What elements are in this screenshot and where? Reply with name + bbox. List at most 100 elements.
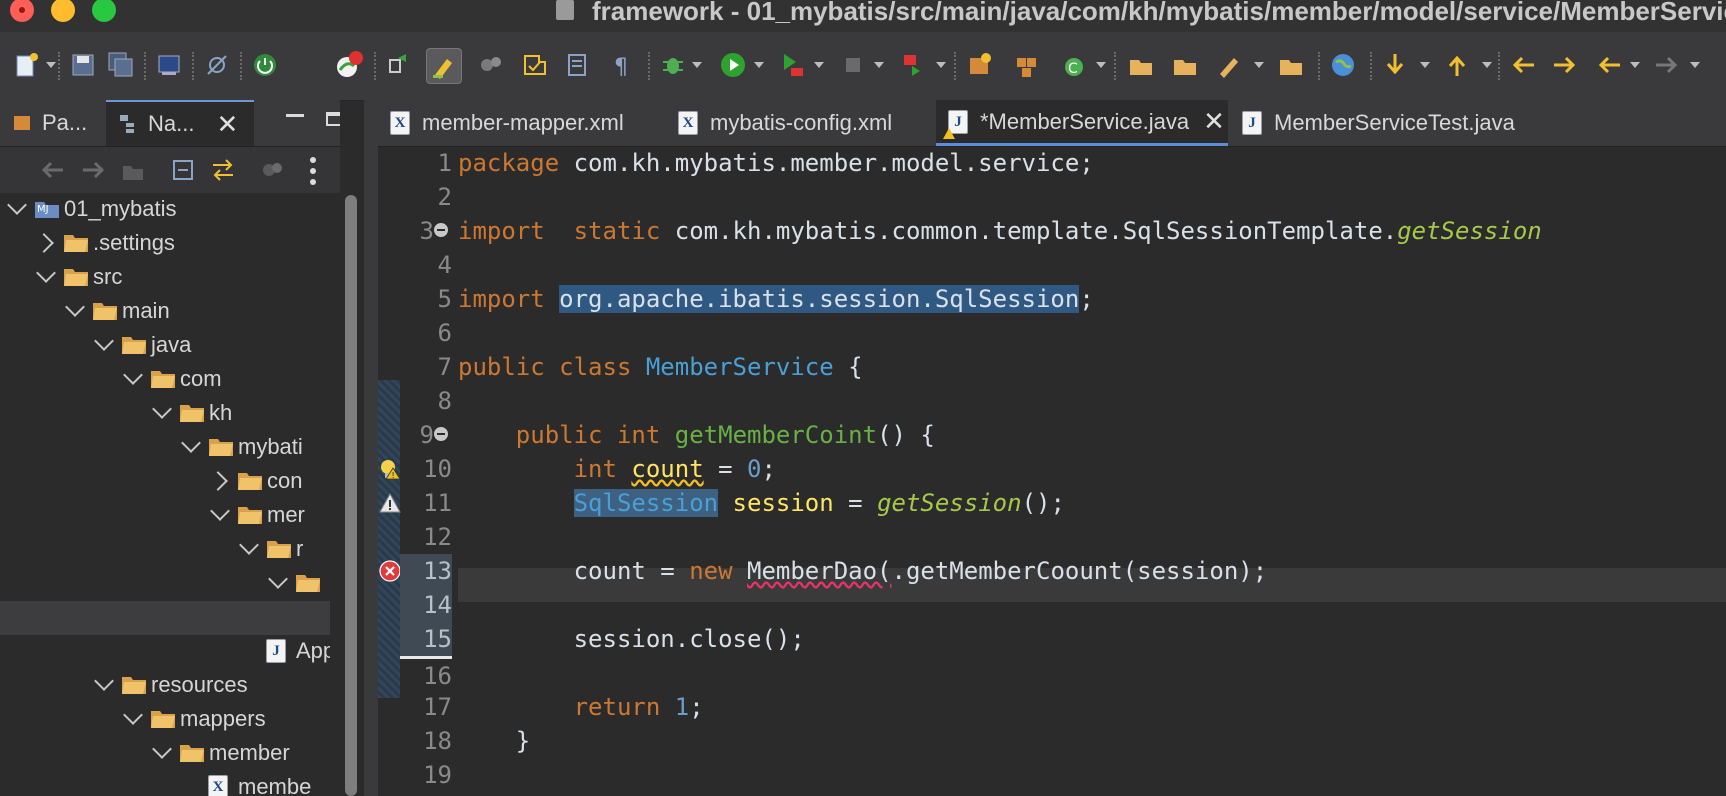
open-folder-button[interactable] [1124, 48, 1158, 82]
notifications-button[interactable] [332, 48, 366, 82]
code-line-10[interactable]: ! 10 int count = 0; [378, 452, 1726, 486]
close-window-button[interactable] [10, 0, 34, 22]
close-icon[interactable]: ✕ [1203, 106, 1225, 137]
tree-row[interactable]: r [0, 533, 330, 567]
forward-edit-button[interactable] [1548, 48, 1582, 82]
scrollbar-thumb[interactable] [345, 195, 357, 796]
lightbulb-warning-icon[interactable]: ! [379, 458, 401, 480]
tree-row[interactable]: con [0, 465, 330, 499]
up-button[interactable] [118, 155, 148, 185]
last-edit-location-button[interactable] [1506, 48, 1540, 82]
code-line-8[interactable]: 8 [378, 384, 1726, 418]
task-button[interactable] [518, 48, 552, 82]
mark-occurrences-toggle[interactable] [426, 48, 462, 84]
code-line-19[interactable]: 19 [378, 758, 1726, 792]
web-browser-button[interactable] [1326, 48, 1360, 82]
fold-toggle-icon[interactable] [434, 223, 448, 237]
filters-button[interactable] [258, 155, 288, 185]
new-package-button[interactable] [1010, 48, 1044, 82]
chevron-down-icon[interactable] [7, 195, 27, 215]
code-line-6[interactable]: 6 [378, 316, 1726, 350]
tree-row-selected[interactable] [0, 601, 330, 635]
debug-server-button[interactable] [474, 48, 508, 82]
back-button[interactable] [38, 155, 68, 185]
code-line-5[interactable]: 5 import org.apache.ibatis.session.SqlSe… [378, 282, 1726, 316]
tree-row[interactable]: java [0, 329, 330, 363]
skip-breakpoints-button[interactable] [200, 48, 234, 82]
tree-row[interactable]: .settings [0, 227, 330, 261]
tree-row[interactable]: mappers [0, 703, 330, 737]
tree-row[interactable]: mybati [0, 431, 330, 465]
tab-member-service[interactable]: J *MemberService.java ✕ [936, 100, 1228, 146]
tree-scrollbar[interactable] [342, 195, 360, 796]
tree-row[interactable]: member [0, 737, 330, 771]
minimize-window-button[interactable] [51, 0, 75, 22]
chevron-down-icon[interactable] [239, 535, 259, 555]
view-menu-button[interactable] [310, 157, 316, 185]
tree-row[interactable]: main [0, 295, 330, 329]
code-line-14[interactable]: 14 [378, 588, 1726, 622]
code-line-9[interactable]: 9 public int getMemberCoint() { [378, 418, 1726, 452]
link-with-editor-button[interactable] [208, 155, 238, 185]
tree-row[interactable]: MJ 01_mybatis [0, 193, 330, 227]
code-line-18[interactable]: 18 } [378, 724, 1726, 758]
close-icon[interactable]: ✕ [216, 109, 238, 140]
forward-dropdown-arrow[interactable] [1690, 62, 1700, 68]
external-tools-dropdown-arrow[interactable] [936, 62, 946, 68]
coverage-dropdown-arrow[interactable] [814, 62, 824, 68]
run-dropdown-arrow[interactable] [754, 62, 764, 68]
code-line-13[interactable]: 13 count = new MemberDao(.getMemberCooun… [378, 554, 1726, 588]
save-all-button[interactable] [104, 48, 138, 82]
tab-navigator[interactable]: Na... ✕ [106, 100, 254, 146]
edit-dropdown-arrow[interactable] [1254, 62, 1264, 68]
tree-row[interactable]: com [0, 363, 330, 397]
tab-member-service-test[interactable]: J MemberServiceTest.java [1230, 100, 1542, 146]
tree-row[interactable]: resources [0, 669, 330, 703]
debug-button[interactable] [656, 48, 690, 82]
edit-button[interactable] [1212, 48, 1246, 82]
code-line-4[interactable]: 4 [378, 248, 1726, 282]
fold-toggle-icon[interactable] [434, 427, 448, 441]
code-line-15[interactable]: 15 session.close(); [378, 622, 1726, 656]
external-tools-button[interactable] [896, 48, 930, 82]
code-line-17[interactable]: 17 return 1; [378, 690, 1726, 724]
open-resource-button[interactable] [560, 48, 594, 82]
error-icon[interactable] [379, 560, 401, 582]
open-file-button[interactable] [1274, 48, 1308, 82]
forward-button[interactable] [78, 155, 108, 185]
warning-icon[interactable] [379, 492, 401, 514]
show-whitespace-button[interactable]: ¶ [604, 48, 638, 82]
power-button[interactable] [248, 48, 282, 82]
next-annotation-dropdown[interactable] [1420, 62, 1430, 68]
chevron-down-icon[interactable] [94, 671, 114, 691]
forward-button[interactable] [1650, 48, 1684, 82]
maximize-panel-button[interactable] [326, 112, 340, 126]
chevron-down-icon[interactable] [268, 569, 288, 589]
debug-dropdown-arrow[interactable] [692, 62, 702, 68]
chevron-down-icon[interactable] [65, 297, 85, 317]
chevron-down-icon[interactable] [123, 705, 143, 725]
new-wizard-button[interactable] [10, 48, 44, 82]
back-button[interactable] [1592, 48, 1626, 82]
chevron-right-icon[interactable] [208, 471, 228, 491]
prev-annotation-dropdown[interactable] [1482, 62, 1492, 68]
code-line-11[interactable]: 11 SqlSession session = getSession(); [378, 486, 1726, 520]
tab-package-explorer[interactable]: Pa... [0, 100, 104, 146]
chevron-down-icon[interactable] [36, 263, 56, 283]
stop-button[interactable] [836, 48, 870, 82]
tree-row[interactable]: Xmembe [0, 771, 330, 796]
panel-splitter[interactable] [364, 100, 378, 796]
new-module-dropdown-arrow[interactable] [1096, 62, 1106, 68]
chevron-down-icon[interactable] [181, 433, 201, 453]
code-line-1[interactable]: 1 package com.kh.mybatis.member.model.se… [378, 146, 1726, 180]
zoom-window-button[interactable] [92, 0, 116, 22]
chevron-right-icon[interactable] [34, 233, 54, 253]
new-module-button[interactable]: C [1058, 48, 1092, 82]
prev-annotation-button[interactable] [1440, 48, 1474, 82]
tree-row[interactable]: mer [0, 499, 330, 533]
code-line-3[interactable]: 3 import static com.kh.mybatis.common.te… [378, 214, 1726, 248]
tab-member-mapper[interactable]: X member-mapper.xml [378, 100, 660, 146]
code-line-16[interactable]: 16 [378, 656, 1726, 690]
new-dropdown-arrow[interactable] [46, 62, 56, 68]
tree-row[interactable]: src [0, 261, 330, 295]
